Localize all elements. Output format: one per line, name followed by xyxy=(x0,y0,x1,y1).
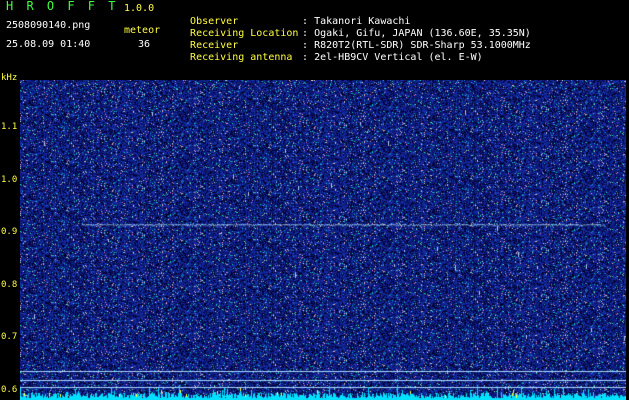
spectrogram[interactable] xyxy=(20,80,626,400)
date-time: 25.08.09 01:40 xyxy=(6,39,91,50)
y-axis: 1.1 1.0 0.9 0.8 0.7 0.6 xyxy=(0,72,20,400)
meteor-count: 36 xyxy=(138,39,151,50)
y-tick-label: 0.9 xyxy=(1,227,18,238)
y-tick-label: 0.6 xyxy=(1,384,18,395)
file-name: 2508090140.png xyxy=(6,20,91,31)
y-tick-label: 0.7 xyxy=(1,332,18,343)
info-key: Receiving antenna xyxy=(190,52,293,63)
y-tick-label: 1.0 xyxy=(1,174,18,185)
app-title: H R O F F T xyxy=(6,0,119,13)
info-separator: : xyxy=(302,52,315,63)
y-tick-label: 0.8 xyxy=(1,279,18,290)
info-row-antenna: Receiving antenna: 2el-HB9CV Vertical (e… xyxy=(178,40,483,64)
app-version: 1.0.0 xyxy=(124,3,155,14)
meteor-label: meteor xyxy=(124,25,161,36)
info-value: 2el-HB9CV Vertical (el. E-W) xyxy=(314,52,483,63)
y-tick-label: 1.1 xyxy=(1,122,18,133)
